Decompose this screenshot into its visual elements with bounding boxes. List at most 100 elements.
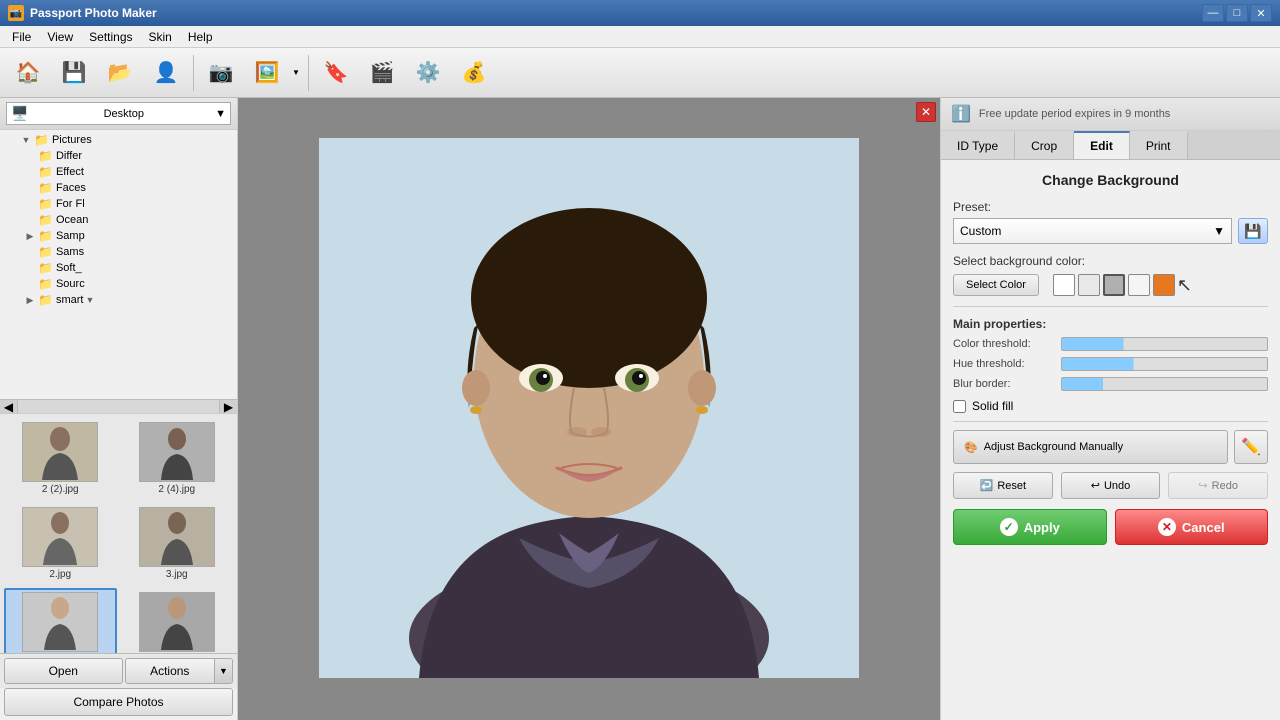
menu-settings[interactable]: Settings [81,26,140,47]
blur-border-row: Blur border: [953,377,1268,391]
folder-dropdown[interactable]: 🖥️ Desktop ▼ [6,102,231,125]
toolbar-bookmark-btn[interactable]: 🔖 [314,53,358,93]
swatch-lightgray[interactable] [1078,274,1100,296]
thumbnail-item[interactable]: 2 (4).jpg [121,418,234,499]
thumbnail-label: 2.jpg [49,569,71,580]
tree-hscrollbar[interactable]: ◀ ▶ [0,399,237,413]
swatch-orange[interactable] [1153,274,1175,296]
undo-button[interactable]: ↩ Undo [1061,472,1161,499]
preset-save-button[interactable]: 💾 [1238,218,1268,244]
tab-crop[interactable]: Crop [1015,131,1074,159]
toolbar-home-btn[interactable]: 🏠 [6,53,50,93]
left-panel: 🖥️ Desktop ▼ ▼ 📁 Pictures 📁 Differ 📁 Ef [0,98,238,720]
photo-close-button[interactable]: ✕ [916,102,936,122]
solid-fill-checkbox[interactable] [953,400,966,413]
swatch-white[interactable] [1053,274,1075,296]
divider-1 [953,306,1268,307]
person-thumbnail-svg [30,595,90,650]
toolbar-gallery-btn[interactable]: 🖼️ [245,53,289,93]
scroll-right-btn[interactable]: ▶ [219,400,237,413]
redo-button[interactable]: ↪ Redo [1168,472,1268,499]
thumbnail-label: 3.jpg [166,569,188,580]
color-threshold-slider[interactable] [1061,337,1268,351]
adjust-background-button[interactable]: 🎨 Adjust Background Manually [953,430,1228,464]
apply-check-icon: ✓ [1000,518,1018,536]
thumbnail-item[interactable]: 2 (2).jpg [4,418,117,499]
tree-item[interactable]: 📁 Faces [2,180,235,196]
toolbar-gallery-dropdown[interactable]: ▼ [289,53,303,93]
tree-item[interactable]: 📁 Soft_ [2,260,235,276]
tree-item[interactable]: 📁 For Fl [2,196,235,212]
scroll-left-btn[interactable]: ◀ [0,400,18,413]
menu-help[interactable]: Help [180,26,221,47]
eyedropper-icon: ✏️ [1241,437,1261,457]
bottom-action-buttons: Open Actions ▼ [0,653,237,688]
maximize-btn[interactable]: □ [1226,4,1248,22]
toolbar-pay-btn[interactable]: 💰 [452,53,496,93]
color-threshold-row: Color threshold: [953,337,1268,351]
swatch-offwhite[interactable] [1128,274,1150,296]
tree-item[interactable]: 📁 Sams [2,244,235,260]
tab-id-type[interactable]: ID Type [941,131,1015,159]
menu-file[interactable]: File [4,26,39,47]
actions-button-group: Actions ▼ [125,658,234,684]
tree-item[interactable]: 📁 Differ [2,148,235,164]
main-properties-section: Main properties: Color threshold: Hue th… [953,317,1268,391]
color-threshold-slider-container[interactable] [1061,337,1268,351]
cancel-button[interactable]: ✕ Cancel [1115,509,1269,545]
actions-dropdown-arrow[interactable]: ▼ [214,659,232,683]
tab-edit[interactable]: Edit [1074,131,1130,159]
compare-button-container: Compare Photos [0,688,237,720]
compare-photos-button[interactable]: Compare Photos [4,688,233,716]
app-title: Passport Photo Maker [30,6,1202,20]
open-button[interactable]: Open [4,658,123,684]
tree-item[interactable]: 📁 Effect [2,164,235,180]
reset-button[interactable]: ↩️ Reset [953,472,1053,499]
tree-item[interactable]: ▶ 📁 smart ▼ [2,292,235,308]
tree-item[interactable]: 📁 Ocean [2,212,235,228]
cancel-label: Cancel [1182,520,1225,535]
apply-label: Apply [1024,520,1060,535]
undo-label: Undo [1104,480,1130,492]
hue-threshold-slider-container[interactable] [1061,357,1268,371]
tree-item[interactable]: ▶ 📁 Samp [2,228,235,244]
tree-item[interactable]: 📁 Sourc [2,276,235,292]
swatch-gray[interactable] [1103,274,1125,296]
solid-fill-label[interactable]: Solid fill [972,399,1013,413]
preset-value: Custom [960,224,1001,238]
blur-border-slider[interactable] [1061,377,1268,391]
toolbar-movie-btn[interactable]: 🎬 [360,53,404,93]
hue-threshold-slider[interactable] [1061,357,1268,371]
toolbar-settings-btn[interactable]: ⚙️ [406,53,450,93]
app-icon: 📷 [8,5,24,21]
tree-item[interactable]: ▼ 📁 Pictures [2,132,235,148]
tab-bar: ID Type Crop Edit Print [941,131,1280,160]
toolbar-camera-btn[interactable]: 📷 [199,53,243,93]
tab-print[interactable]: Print [1130,131,1188,159]
toolbar-separator-2 [308,55,309,91]
select-color-button[interactable]: Select Color [953,274,1039,296]
close-btn[interactable]: ✕ [1250,4,1272,22]
minimize-btn[interactable]: — [1202,4,1224,22]
redo-label: Redo [1212,480,1238,492]
tree-expander: ▶ [22,295,38,306]
color-threshold-label: Color threshold: [953,338,1053,350]
eyedropper-button[interactable]: ✏️ [1234,430,1268,464]
actions-button[interactable]: Actions [126,659,215,683]
thumbnail-item-selected[interactable]: 4.jpg [4,588,117,653]
thumbnail-item[interactable]: 2.jpg [4,503,117,584]
photo-container [319,138,859,681]
toolbar-save-btn[interactable]: 💾 [52,53,96,93]
menu-view[interactable]: View [39,26,81,47]
tree-expander: ▶ [22,231,38,242]
thumbnail-item[interactable]: 5.jpg [121,588,234,653]
toolbar-profile-btn[interactable]: 👤 [144,53,188,93]
thumbnail-item[interactable]: 3.jpg [121,503,234,584]
apply-button[interactable]: ✓ Apply [953,509,1107,545]
color-section: Select background color: Select Color ↖ [953,254,1268,296]
folder-tree[interactable]: ▼ 📁 Pictures 📁 Differ 📁 Effect 📁 Faces [0,130,237,399]
toolbar-open-btn[interactable]: 📂 [98,53,142,93]
preset-dropdown[interactable]: Custom ▼ [953,218,1232,244]
blur-border-slider-container[interactable] [1061,377,1268,391]
menu-skin[interactable]: Skin [141,26,180,47]
